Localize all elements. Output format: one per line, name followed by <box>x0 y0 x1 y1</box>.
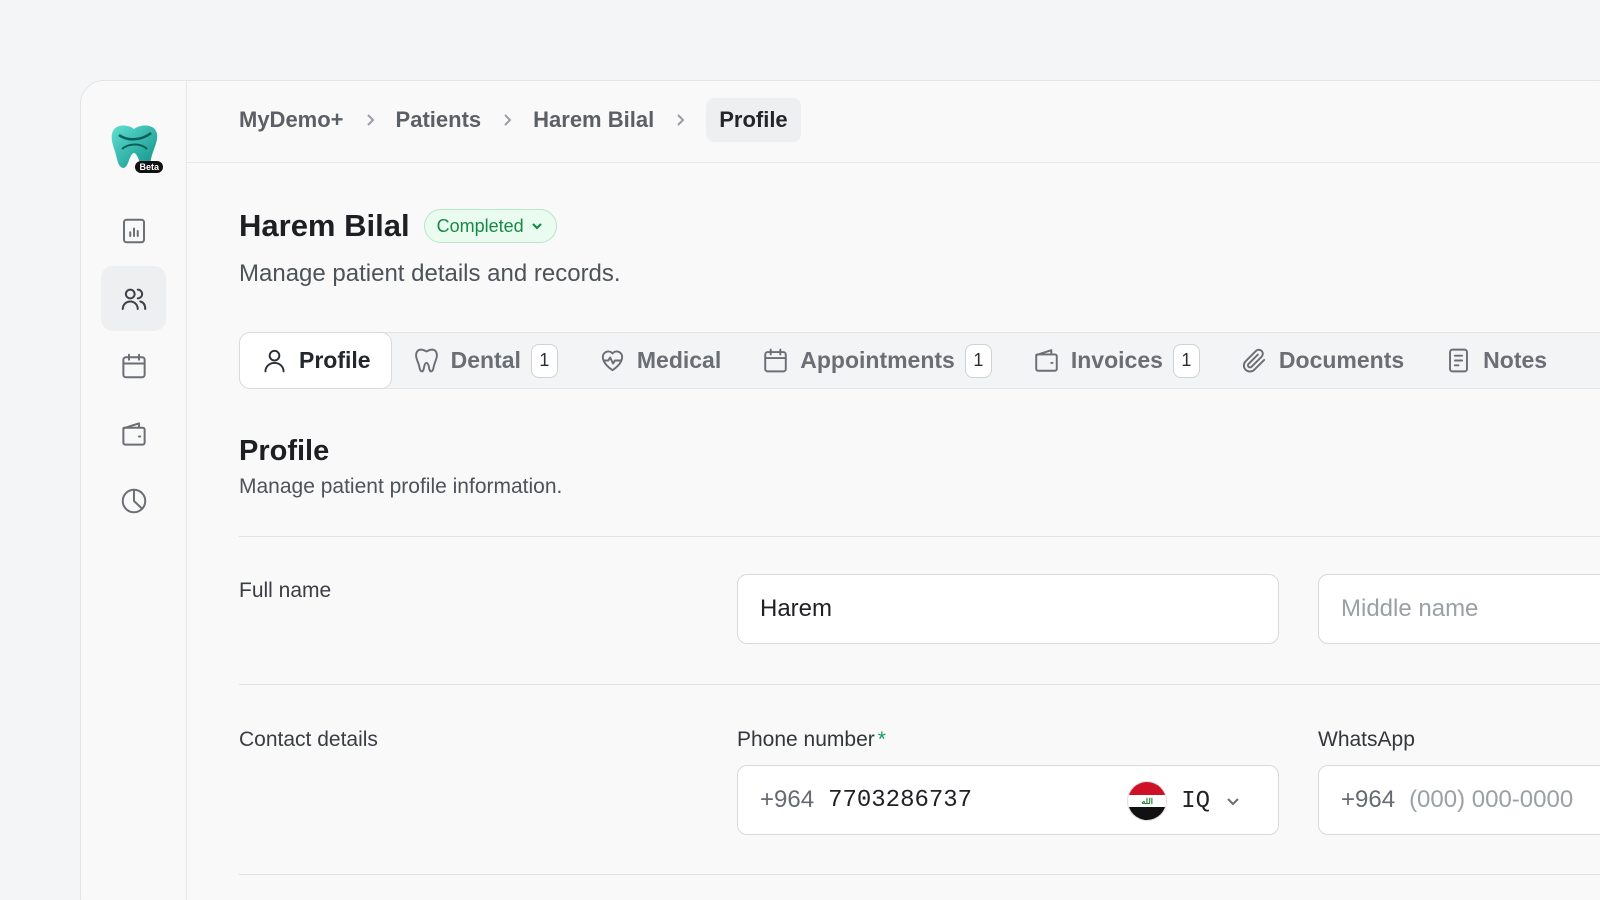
app-window: Beta MyDemo+ Patients Harem Bilal Profil… <box>80 80 1600 900</box>
sidebar-item-billing[interactable] <box>101 401 166 466</box>
tab-notes[interactable]: Notes <box>1424 332 1567 389</box>
whatsapp-prefix: +964 <box>1341 786 1396 813</box>
sidebar-item-reports[interactable] <box>101 468 166 533</box>
whatsapp-placeholder: (000) 000-0000 <box>1409 786 1574 813</box>
main-content: Harem Bilal Completed Manage patient det… <box>239 163 1600 900</box>
row-divider <box>239 684 1600 685</box>
tab-bar: Profile Dental 1 Medical Appointments 1 … <box>239 332 1600 389</box>
chevron-down-icon <box>1227 798 1239 806</box>
section-divider <box>239 536 1600 537</box>
first-name-value: Harem <box>760 595 833 622</box>
note-icon <box>1449 348 1469 373</box>
pie-chart-icon <box>121 488 146 513</box>
phone-prefix: +964 <box>760 786 815 813</box>
breadcrumb-patient[interactable]: Harem Bilal <box>533 107 654 133</box>
calendar-icon <box>764 348 787 373</box>
sidebar-item-dashboard[interactable] <box>101 198 166 263</box>
paperclip-icon <box>1242 348 1266 373</box>
page-title: Harem Bilal <box>239 208 410 243</box>
page-subtitle: Manage patient details and records. <box>239 260 621 287</box>
full-name-label: Full name <box>239 579 332 602</box>
chevron-right-icon <box>344 113 396 127</box>
phone-number-label: Phone number * <box>737 728 886 752</box>
sidebar: Beta <box>81 81 187 900</box>
whatsapp-label: WhatsApp <box>1318 728 1415 751</box>
chart-icon <box>122 218 145 243</box>
status-dropdown[interactable]: Completed <box>423 209 557 243</box>
tab-label: Medical <box>636 347 722 373</box>
country-code: IQ <box>1181 787 1210 815</box>
sidebar-item-patients[interactable] <box>101 266 166 331</box>
tab-label: Profile <box>299 347 371 373</box>
wallet-icon <box>1035 349 1058 372</box>
chevron-right-icon <box>654 113 706 127</box>
phone-value: 7703286737 <box>828 786 973 814</box>
middle-name-field[interactable]: Middle name <box>1318 574 1600 644</box>
user-icon <box>264 349 285 373</box>
calendar-icon <box>121 353 146 378</box>
app-logo[interactable]: Beta <box>107 119 163 173</box>
tab-label: Dental <box>450 347 521 373</box>
tab-medical[interactable]: Medical <box>578 332 741 389</box>
tab-profile[interactable]: Profile <box>239 332 392 389</box>
tooth-icon <box>414 348 438 373</box>
tab-count-badge: 1 <box>1172 343 1200 378</box>
heart-pulse-icon <box>601 350 624 372</box>
tab-dental[interactable]: Dental 1 <box>392 332 578 389</box>
breadcrumb-current: Profile <box>706 98 801 142</box>
row-divider <box>239 874 1600 875</box>
section-title: Profile <box>239 435 330 467</box>
middle-name-placeholder: Middle name <box>1341 595 1479 622</box>
whatsapp-field[interactable]: +964 (000) 000-0000 <box>1318 765 1600 835</box>
contact-details-label: Contact details <box>239 728 378 751</box>
wallet-icon <box>121 421 146 446</box>
iraq-flag-icon: الله <box>1127 781 1168 821</box>
phone-number-field[interactable]: +964 7703286737 الله IQ <box>737 765 1279 835</box>
breadcrumb-home[interactable]: MyDemo+ <box>239 107 344 133</box>
breadcrumb-patients[interactable]: Patients <box>396 107 482 133</box>
users-icon <box>121 288 146 310</box>
phone-label-text: Phone number <box>737 728 875 751</box>
tab-invoices[interactable]: Invoices 1 <box>1012 332 1220 389</box>
breadcrumb: MyDemo+ Patients Harem Bilal Profile <box>239 97 801 143</box>
required-marker: * <box>877 728 886 751</box>
tab-count-badge: 1 <box>530 343 558 378</box>
tab-label: Notes <box>1483 347 1548 373</box>
tab-label: Documents <box>1278 347 1405 373</box>
tab-appointments[interactable]: Appointments 1 <box>741 332 1012 389</box>
page-header: Harem Bilal Completed <box>239 208 557 244</box>
beta-badge: Beta <box>135 161 163 173</box>
tab-documents[interactable]: Documents <box>1220 332 1424 389</box>
tab-count-badge: 1 <box>964 343 992 378</box>
section-subtitle: Manage patient profile information. <box>239 475 563 498</box>
chevron-down-icon <box>531 223 542 230</box>
status-label: Completed <box>436 215 524 236</box>
first-name-field[interactable]: Harem <box>737 574 1279 644</box>
chevron-right-icon <box>481 113 533 127</box>
country-select[interactable]: الله IQ <box>1127 781 1242 821</box>
tab-label: Invoices <box>1070 347 1163 373</box>
sidebar-item-calendar[interactable] <box>101 333 166 398</box>
tab-label: Appointments <box>800 347 955 373</box>
top-bar: MyDemo+ Patients Harem Bilal Profile <box>187 81 1600 163</box>
